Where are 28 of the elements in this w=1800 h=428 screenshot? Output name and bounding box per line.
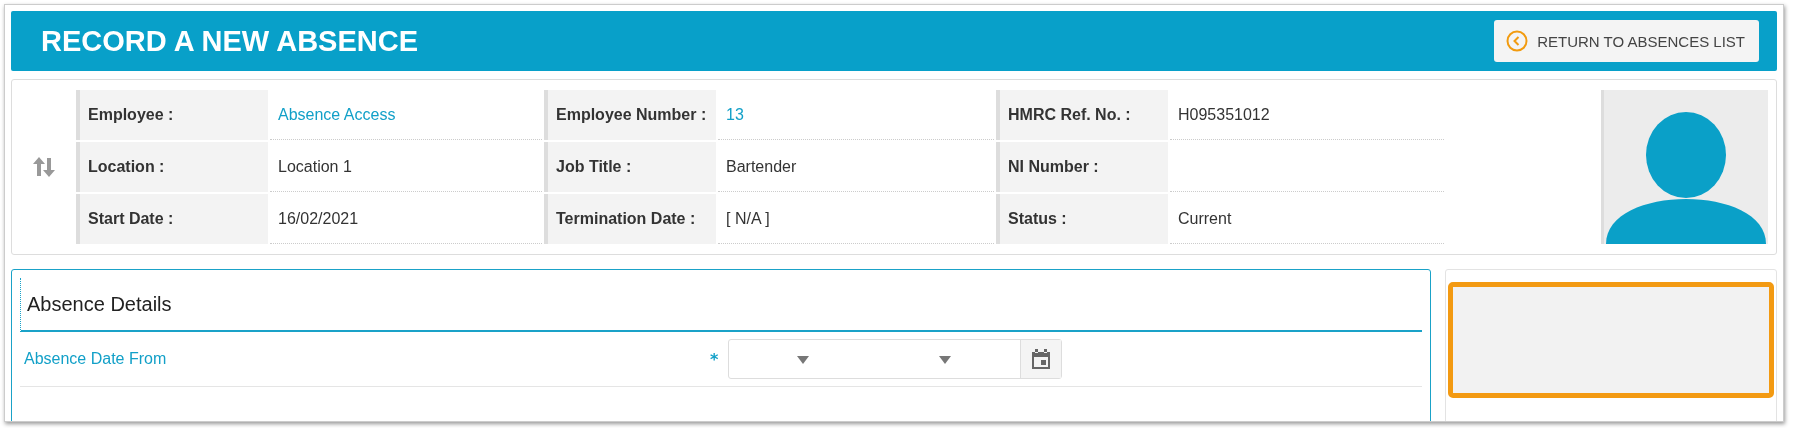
field-value: Location 1 [278,157,352,176]
field-label: Termination Date : [544,194,716,244]
field-label: Location : [76,142,268,192]
field-label: NI Number : [996,142,1168,192]
field-label: Job Title : [544,142,716,192]
field-label: Status : [996,194,1168,244]
value-link[interactable]: Absence Access [278,105,396,124]
field-label: HMRC Ref. No. : [996,90,1168,140]
field-label: Start Date : [76,194,268,244]
field-label: Employee Number : [544,90,716,140]
required-mark: * [710,349,720,369]
caret-icon[interactable] [797,356,809,364]
field-value: Current [1178,209,1232,228]
field-value: Bartender [726,157,797,176]
calendar-icon [1031,348,1051,370]
section-title: Absence Details [27,292,172,316]
back-circle-icon [1506,30,1529,52]
value-link[interactable]: 13 [726,105,744,124]
page-title: RECORD A NEW ABSENCE [41,24,418,58]
caret-icon[interactable] [939,356,951,364]
date-picker[interactable] [728,339,1062,379]
return-button[interactable]: RETURN TO ABSENCES LIST [1494,20,1759,62]
field-value: [ N/A ] [726,209,770,228]
calendar-button[interactable] [1020,340,1061,378]
field-label: Absence Date From [23,350,168,368]
field-label: Employee : [76,90,268,140]
field-value: 16/02/2021 [278,209,359,228]
field-value: H095351012 [1178,105,1270,124]
